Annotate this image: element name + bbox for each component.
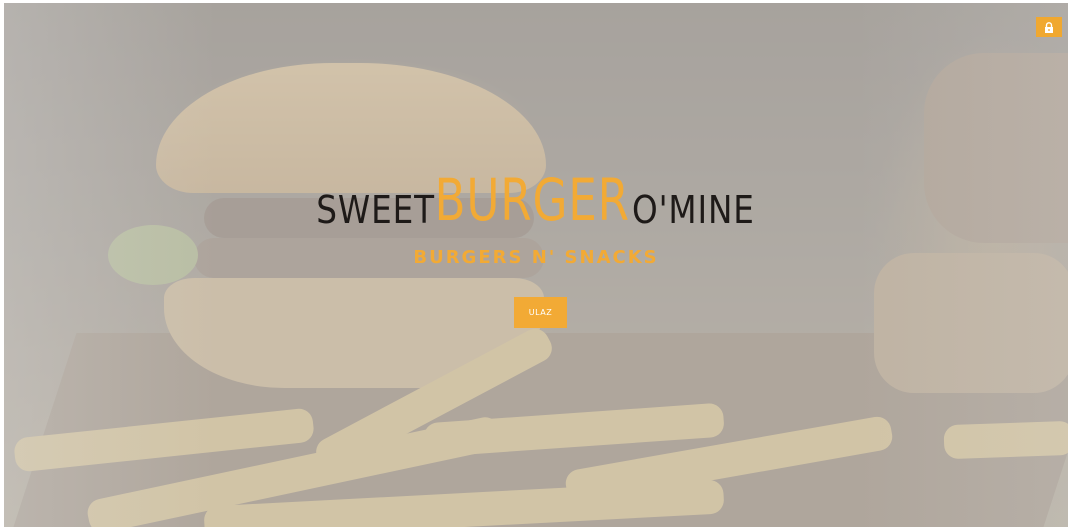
lock-icon [1044, 21, 1054, 33]
brand-burger: BURGER [434, 166, 631, 234]
brand-omine: O'MINE [631, 188, 755, 232]
lock-button[interactable] [1036, 17, 1062, 37]
brand-logo: SWEET BURGER O'MINE [297, 171, 774, 229]
brand-sweet: SWEET [316, 188, 436, 232]
tagline: BURGERS N' SNACKS [413, 247, 659, 268]
hero: SWEET BURGER O'MINE BURGERS N' SNACKS [4, 171, 1068, 268]
enter-button[interactable]: ULAZ [514, 297, 567, 328]
landing-page: SWEET BURGER O'MINE BURGERS N' SNACKS UL… [4, 3, 1068, 527]
